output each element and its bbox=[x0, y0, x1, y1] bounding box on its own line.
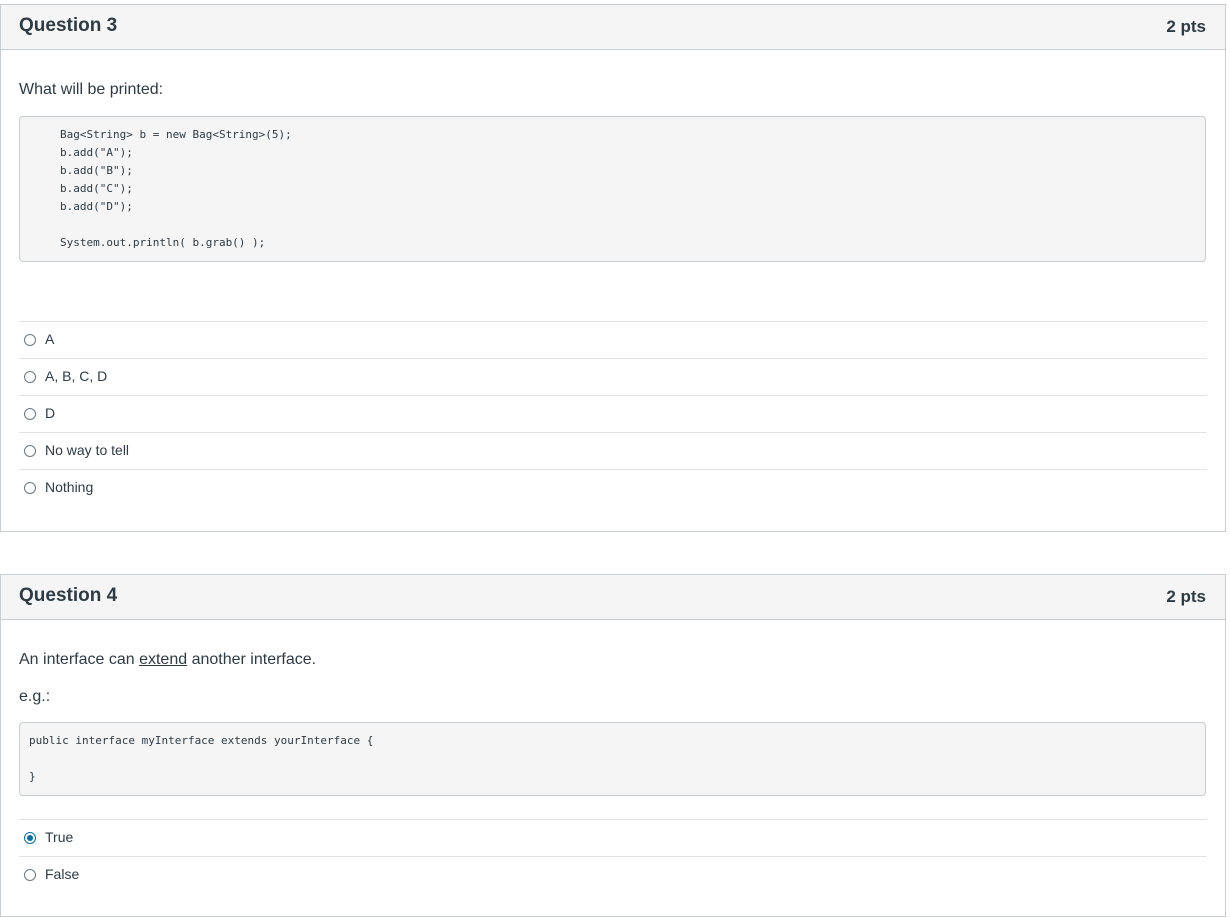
question-header: Question 4 2 pts bbox=[1, 575, 1225, 620]
answer-list: True False bbox=[19, 819, 1207, 893]
answer-option-d[interactable]: D bbox=[19, 395, 1207, 432]
question-prompt: What will be printed: bbox=[19, 81, 164, 98]
answer-label: Nothing bbox=[45, 479, 94, 495]
prompt-text-post: another interface. bbox=[191, 651, 317, 668]
question-points: 2 pts bbox=[1166, 587, 1206, 606]
radio-button[interactable] bbox=[24, 334, 36, 346]
answer-label: A, B, C, D bbox=[45, 368, 108, 384]
code-block: public interface myInterface extends you… bbox=[19, 722, 1206, 796]
answer-label: No way to tell bbox=[45, 442, 130, 458]
question-title: Question 3 bbox=[19, 15, 118, 36]
extend-link[interactable]: extend bbox=[139, 651, 187, 668]
code-line: System.out.println( b.grab() ); bbox=[60, 236, 266, 249]
radio-button[interactable] bbox=[24, 445, 36, 457]
answer-label: D bbox=[45, 405, 56, 421]
question-points: 2 pts bbox=[1166, 17, 1206, 36]
answer-label: A bbox=[45, 331, 55, 347]
radio-button[interactable] bbox=[24, 869, 36, 881]
question-title: Question 4 bbox=[19, 585, 118, 606]
code-line: b.add("C"); bbox=[60, 182, 133, 195]
radio-button[interactable] bbox=[24, 408, 36, 420]
question-header: Question 3 2 pts bbox=[1, 5, 1225, 50]
code-line: } bbox=[29, 770, 36, 783]
answer-label: True bbox=[45, 829, 74, 845]
code-line: Bag<String> b = new Bag<String>(5); bbox=[60, 128, 292, 141]
question-4-card: Question 4 2 pts An interface can extend… bbox=[0, 574, 1226, 917]
code-line: b.add("B"); bbox=[60, 164, 133, 177]
answer-label: False bbox=[45, 866, 80, 882]
question-3-card: Question 3 2 pts What will be printed: B… bbox=[0, 4, 1226, 532]
code-line: b.add("A"); bbox=[60, 146, 133, 159]
example-label: e.g.: bbox=[19, 688, 51, 705]
code-block: Bag<String> b = new Bag<String>(5); b.ad… bbox=[19, 116, 1206, 262]
radio-button[interactable] bbox=[24, 482, 36, 494]
answer-option-true[interactable]: True bbox=[19, 819, 1207, 856]
answer-option-false[interactable]: False bbox=[19, 856, 1207, 893]
radio-button-selected[interactable] bbox=[24, 832, 36, 844]
radio-button[interactable] bbox=[24, 371, 36, 383]
answer-option-a[interactable]: A bbox=[19, 321, 1207, 358]
question-prompt: An interface can extend another interfac… bbox=[19, 651, 316, 669]
answer-option-nothing[interactable]: Nothing bbox=[19, 469, 1207, 506]
code-line: public interface myInterface extends you… bbox=[29, 734, 374, 747]
answer-list: A A, B, C, D D No way to tell Nothing bbox=[19, 321, 1207, 506]
prompt-text-pre: An interface can bbox=[19, 651, 135, 668]
answer-option-no-way-to-tell[interactable]: No way to tell bbox=[19, 432, 1207, 469]
code-line: b.add("D"); bbox=[60, 200, 133, 213]
answer-option-a-b-c-d[interactable]: A, B, C, D bbox=[19, 358, 1207, 395]
